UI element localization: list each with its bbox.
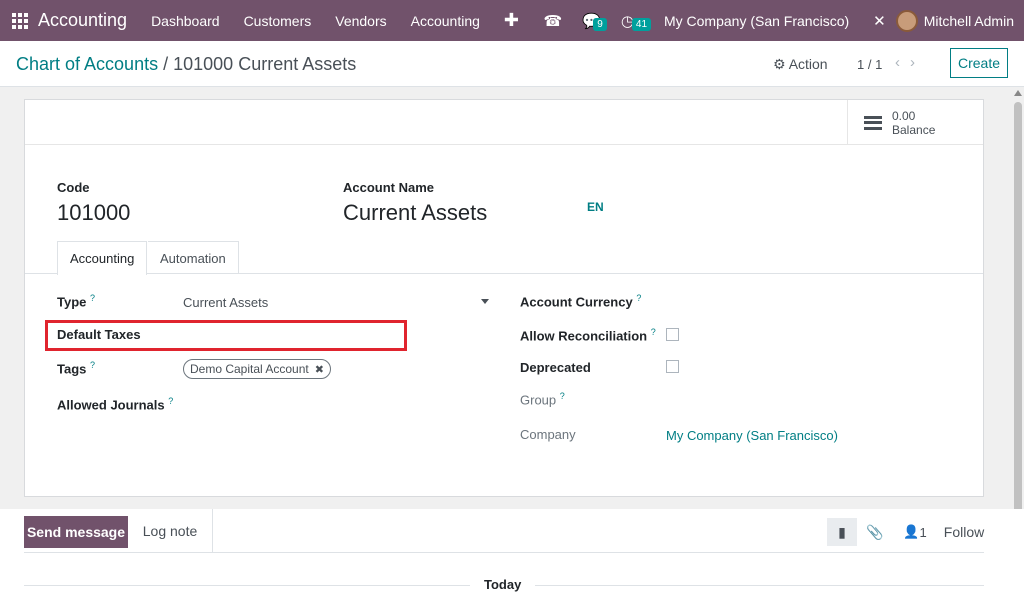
chevron-right-icon[interactable]: › <box>910 54 925 71</box>
help-icon[interactable]: ? <box>560 391 565 401</box>
user-icon: 👤 <box>903 524 920 539</box>
help-icon[interactable]: ? <box>651 327 656 337</box>
scroll-up-arrow-icon[interactable] <box>1014 90 1022 96</box>
code-field[interactable]: 101000 <box>57 200 130 226</box>
allow-reconciliation-label: Allow Reconciliation ? <box>520 327 656 343</box>
menu-vendors[interactable]: Vendors <box>323 13 398 29</box>
breadcrumb-separator: / <box>163 54 169 74</box>
balance-text: 0.00 Balance <box>892 109 935 137</box>
tags-label: Tags ? <box>57 360 95 376</box>
phone-icon[interactable]: ☎ <box>534 12 573 30</box>
gear-icon: ⚙ <box>773 56 786 72</box>
avatar[interactable] <box>895 9 918 32</box>
action-button[interactable]: ⚙ Action <box>773 56 828 73</box>
app-name[interactable]: Accounting <box>38 10 127 31</box>
reconcile-label-text: Allow Reconciliation <box>520 328 648 344</box>
language-button[interactable]: EN <box>587 200 604 214</box>
menu-accounting[interactable]: Accounting <box>399 13 492 29</box>
activities-badge: 41 <box>631 17 652 31</box>
today-label: Today <box>470 577 536 592</box>
chevron-left-icon[interactable]: ‹ <box>895 54 910 71</box>
tags-label-text: Tags <box>57 361 87 377</box>
breadcrumb: Chart of Accounts / 101000 Current Asset… <box>16 54 356 75</box>
follow-button[interactable]: Follow <box>942 518 986 546</box>
help-icon[interactable]: ? <box>636 293 641 303</box>
tab-accounting[interactable]: Accounting <box>57 241 148 275</box>
pager-nav: ‹› <box>895 54 925 71</box>
log-note-button[interactable]: Log note <box>128 509 213 553</box>
followers-button[interactable]: 👤 1 <box>902 518 928 546</box>
messages-badge: 9 <box>593 17 607 31</box>
deprecated-label: Deprecated <box>520 360 591 375</box>
apps-menu-icon[interactable] <box>12 12 28 29</box>
send-message-button[interactable]: Send message <box>24 516 128 548</box>
type-label-text: Type <box>57 294 87 310</box>
type-label: Type ? <box>57 293 95 309</box>
debug-tools-icon[interactable]: ✕ <box>863 12 896 30</box>
allow-reconciliation-checkbox[interactable] <box>666 328 679 341</box>
allowed-journals-label: Allowed Journals ? <box>57 396 173 412</box>
balance-label: Balance <box>892 122 936 137</box>
breadcrumb-chart-of-accounts[interactable]: Chart of Accounts <box>16 54 158 74</box>
followers-count: 1 <box>919 524 927 540</box>
form-sheet: 0.00 Balance Code 101000 Account Name Cu… <box>24 99 984 497</box>
type-select[interactable]: Current Assets <box>183 295 268 310</box>
default-taxes-highlight <box>45 320 407 351</box>
quick-create-plus-icon[interactable]: ✚ <box>492 10 531 31</box>
account-name-field[interactable]: Current Assets <box>343 200 487 226</box>
balance-button[interactable]: 0.00 Balance <box>847 100 983 145</box>
list-icon <box>864 115 882 130</box>
scrollbar[interactable] <box>1014 102 1022 547</box>
company-switcher[interactable]: My Company (San Francisco) <box>644 13 863 29</box>
action-label: Action <box>788 56 828 72</box>
menu-dashboard[interactable]: Dashboard <box>139 13 232 29</box>
remove-tag-icon[interactable]: ✖ <box>315 363 324 376</box>
chatter: Send message Log note ▮ 📎 👤 1 Follow Toda… <box>0 509 1024 603</box>
tab-automation[interactable]: Automation <box>148 241 239 274</box>
account-name-label: Account Name <box>343 180 435 195</box>
breadcrumb-current: 101000 Current Assets <box>173 54 357 74</box>
group-label-text: Group <box>520 392 557 408</box>
activities-icon[interactable]: ◷ 41 <box>611 12 652 31</box>
notebook-tabs: Accounting Automation <box>25 241 983 275</box>
book-icon[interactable]: ▮ <box>827 518 857 546</box>
company-field[interactable]: My Company (San Francisco) <box>666 428 838 443</box>
help-icon[interactable]: ? <box>168 396 173 406</box>
control-panel: Chart of Accounts / 101000 Current Asset… <box>0 41 1024 87</box>
pager-value[interactable]: 1 / 1 <box>857 57 882 72</box>
code-label: Code <box>57 180 90 195</box>
company-label: Company <box>520 427 576 442</box>
allowed-journals-label-text: Allowed Journals <box>57 397 165 413</box>
tag-badge: Demo Capital Account ✖ <box>183 359 331 379</box>
button-box: 0.00 Balance <box>25 100 983 145</box>
balance-value: 0.00 <box>892 108 916 123</box>
deprecated-checkbox[interactable] <box>666 360 679 373</box>
help-icon[interactable]: ? <box>90 293 95 303</box>
chatter-topbar: Send message Log note ▮ 📎 👤 1 Follow <box>24 509 984 553</box>
user-menu[interactable]: Mitchell Admin <box>924 13 1014 29</box>
create-button[interactable]: Create <box>950 48 1008 78</box>
account-currency-label: Account Currency ? <box>520 293 641 309</box>
help-icon[interactable]: ? <box>90 360 95 370</box>
top-navbar: Accounting Dashboard Customers Vendors A… <box>0 0 1024 41</box>
messages-icon[interactable]: 💬 9 <box>572 12 611 31</box>
paperclip-icon[interactable]: 📎 <box>864 518 886 546</box>
currency-label-text: Account Currency <box>520 294 633 310</box>
tag-label: Demo Capital Account <box>190 362 309 376</box>
group-label: Group ? <box>520 391 565 407</box>
menu-customers[interactable]: Customers <box>232 13 324 29</box>
caret-down-icon[interactable] <box>481 299 489 304</box>
